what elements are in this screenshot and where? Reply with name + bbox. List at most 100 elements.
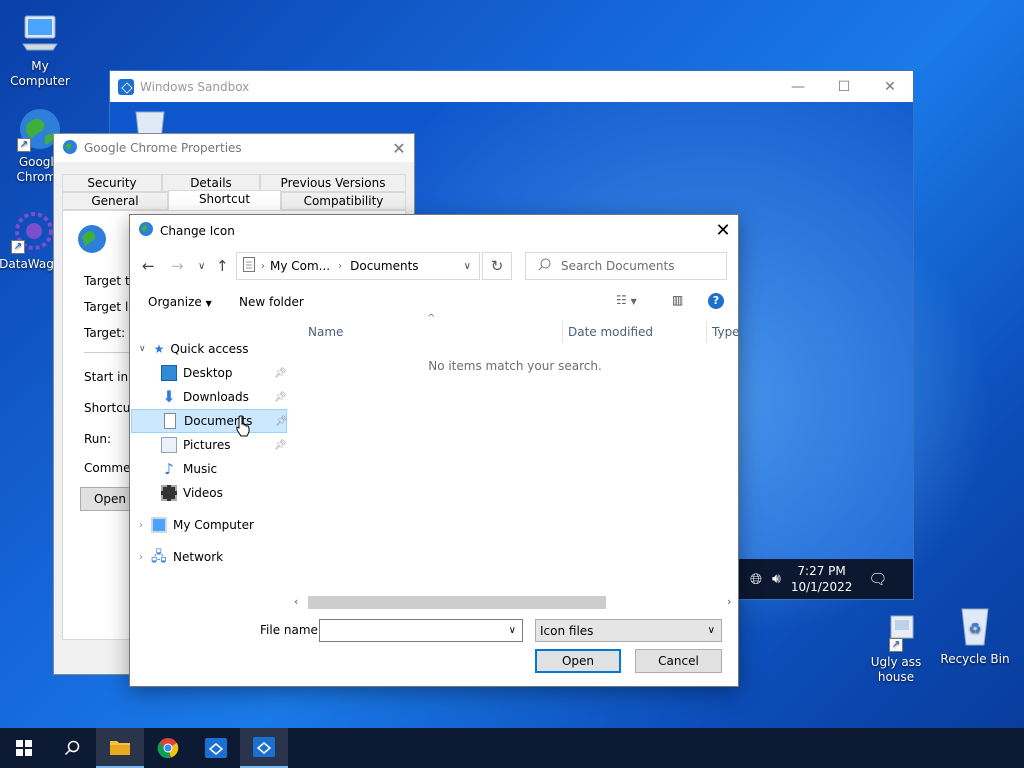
forward-arrow-icon[interactable]: →: [171, 257, 184, 275]
organize-button[interactable]: Organize ▼: [148, 295, 212, 309]
documents-icon: [243, 257, 255, 275]
sidebar-label: My Computer: [173, 518, 254, 532]
search-input[interactable]: Search Documents: [525, 252, 727, 280]
sort-ascending-icon: ^: [427, 313, 436, 324]
taskbar-chrome[interactable]: [144, 728, 192, 768]
taskbar-file-explorer[interactable]: [96, 728, 144, 768]
breadcrumb-my-computer[interactable]: My Com...: [270, 259, 330, 273]
up-arrow-icon[interactable]: ↑: [216, 257, 229, 275]
computer-icon: [151, 517, 167, 533]
dialog-titlebar[interactable]: Change Icon ✕: [130, 215, 738, 246]
dropdown-chevron-icon[interactable]: ∨: [708, 625, 715, 636]
clock-date: 10/1/2022: [790, 580, 853, 594]
refresh-button[interactable]: ↻: [482, 252, 512, 280]
expand-chevron-icon[interactable]: ∨: [139, 344, 146, 354]
sidebar-item-quick-access[interactable]: ∨ ★ Quick access: [139, 337, 249, 361]
back-arrow-icon[interactable]: ←: [142, 257, 155, 275]
search-icon: [538, 258, 551, 274]
close-button[interactable]: ✕: [384, 139, 414, 158]
minimize-button[interactable]: —: [775, 71, 821, 102]
sidebar-item-desktop[interactable]: Desktop 📌︎: [161, 361, 291, 385]
star-icon: ★: [153, 342, 165, 356]
start-button[interactable]: [0, 728, 48, 768]
network-globe-icon[interactable]: 🌐︎: [750, 570, 762, 588]
props-title: Google Chrome Properties: [84, 141, 242, 155]
sidebar-label: Desktop: [183, 366, 233, 380]
pin-icon[interactable]: 📌︎: [274, 368, 287, 379]
taskbar-sandbox-2[interactable]: [240, 728, 288, 768]
column-divider[interactable]: [562, 321, 563, 343]
props-titlebar[interactable]: Google Chrome Properties ✕: [54, 134, 414, 162]
sidebar-item-my-computer[interactable]: › My Computer: [139, 513, 254, 537]
preview-pane-icon[interactable]: ▥: [672, 293, 683, 307]
search-icon: [64, 740, 80, 756]
tab-previous-versions[interactable]: Previous Versions: [260, 174, 406, 192]
column-header-type[interactable]: Type: [712, 325, 740, 339]
pin-icon[interactable]: 📌︎: [275, 416, 288, 427]
close-button[interactable]: ✕: [867, 71, 913, 102]
sandbox-titlebar[interactable]: Windows Sandbox — ☐ ✕: [110, 71, 913, 102]
maximize-button[interactable]: ☐: [821, 71, 867, 102]
tab-general[interactable]: General: [62, 192, 168, 210]
breadcrumb-documents[interactable]: Documents: [350, 259, 418, 273]
file-type-value: Icon files: [540, 623, 594, 638]
view-options-icon[interactable]: ☷ ▼: [616, 293, 637, 307]
change-icon-dialog: Change Icon ✕ ← → ∨ ↑ › My Com... › Docu…: [129, 214, 740, 687]
command-bar: Organize ▼ New folder ☷ ▼ ▥ ?: [130, 291, 738, 315]
desktop-icon-recycle-bin[interactable]: ♻ Recycle Bin: [935, 603, 1015, 667]
music-note-icon: ♪: [164, 460, 174, 478]
empty-message: No items match your search.: [428, 359, 602, 373]
breadcrumb-chevron-icon[interactable]: ›: [261, 261, 265, 272]
tab-compatibility[interactable]: Compatibility: [281, 192, 406, 210]
open-button[interactable]: Open: [535, 649, 621, 673]
sidebar-item-music[interactable]: ♪ Music: [161, 457, 217, 481]
scroll-right-arrow-icon[interactable]: ›: [727, 595, 731, 608]
taskbar-sandbox-1[interactable]: [192, 728, 240, 768]
sidebar-label: Network: [173, 550, 224, 564]
column-header-name[interactable]: Name: [308, 325, 343, 339]
breadcrumb-chevron-icon[interactable]: ›: [338, 261, 342, 272]
navigation-pane: ∨ ★ Quick access Desktop 📌︎ ⬇ Downloads …: [131, 319, 291, 599]
desktop-icon-my-computer[interactable]: My Computer: [0, 10, 80, 89]
address-bar[interactable]: › My Com... › Documents ∨: [236, 252, 480, 280]
dialog-footer: File name: ∨ Icon files ∨ Open Cancel: [130, 613, 738, 687]
sidebar-item-videos[interactable]: Videos: [161, 481, 223, 505]
notifications-icon[interactable]: 🗨︎: [868, 570, 887, 588]
pin-icon[interactable]: 📌︎: [274, 440, 287, 451]
column-header-date-modified[interactable]: Date modified: [568, 325, 653, 339]
sidebar-item-downloads[interactable]: ⬇ Downloads 📌︎: [161, 385, 291, 409]
tab-security[interactable]: Security: [62, 174, 162, 192]
scroll-left-arrow-icon[interactable]: ‹: [294, 595, 298, 608]
file-name-input[interactable]: ∨: [319, 619, 523, 642]
volume-icon[interactable]: 🔊︎: [772, 571, 781, 587]
expand-chevron-icon[interactable]: ›: [139, 520, 143, 531]
label-run: Run:: [84, 432, 112, 446]
help-icon[interactable]: ?: [708, 293, 724, 309]
address-dropdown-chevron-icon[interactable]: ∨: [464, 261, 471, 272]
desktop-icon-ugly-ass-house[interactable]: ↗ Ugly ass house: [856, 606, 936, 685]
shortcut-arrow-icon: ↗: [889, 638, 903, 652]
tab-shortcut[interactable]: Shortcut: [168, 190, 281, 210]
expand-chevron-icon[interactable]: ›: [139, 552, 143, 563]
close-button[interactable]: ✕: [708, 220, 738, 241]
cancel-button[interactable]: Cancel: [635, 649, 722, 673]
scrollbar-thumb[interactable]: [308, 596, 606, 609]
file-type-select[interactable]: Icon files ∨: [535, 619, 722, 642]
pin-icon[interactable]: 📌︎: [274, 392, 287, 403]
hand-cursor-icon: [235, 415, 251, 440]
sidebar-item-pictures[interactable]: Pictures 📌︎: [161, 433, 291, 457]
taskbar: [0, 728, 1024, 768]
chrome-icon: [157, 738, 179, 759]
horizontal-scrollbar[interactable]: ‹ ›: [292, 594, 738, 611]
recent-locations-chevron-icon[interactable]: ∨: [198, 261, 205, 272]
dropdown-chevron-icon[interactable]: ∨: [509, 625, 516, 636]
column-divider[interactable]: [706, 321, 707, 343]
download-arrow-icon: ⬇: [162, 387, 176, 406]
sandbox-logo-icon: [118, 78, 134, 95]
sidebar-item-network[interactable]: › 🖧︎ Network: [139, 545, 223, 569]
new-folder-button[interactable]: New folder: [239, 295, 304, 309]
search-placeholder: Search Documents: [561, 259, 675, 273]
sidebar-item-documents[interactable]: Documents 📌︎: [131, 409, 288, 433]
search-button[interactable]: [48, 728, 96, 768]
sandbox-clock[interactable]: 7:27 PM 10/1/2022: [791, 563, 853, 595]
